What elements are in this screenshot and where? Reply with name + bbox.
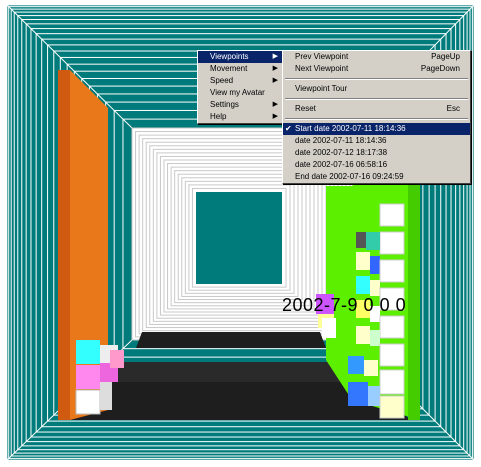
menu-item-view-my-avatar[interactable]: View my Avatar bbox=[198, 87, 282, 99]
menu-item-settings[interactable]: Settings ▶ bbox=[198, 99, 282, 111]
submenu-arrow-icon: ▶ bbox=[272, 53, 278, 60]
menu-item-shortcut: PageDown bbox=[420, 64, 460, 73]
far-floor bbox=[136, 332, 326, 348]
menu-item-label: date 2002-07-11 18:14:36 bbox=[295, 136, 387, 145]
submenu-arrow-icon: ▶ bbox=[272, 101, 278, 108]
checkmark-icon: ✔ bbox=[285, 124, 292, 133]
submenu-arrow-icon: ▶ bbox=[272, 65, 278, 72]
menu-item-label: Settings bbox=[210, 100, 239, 109]
block bbox=[370, 256, 380, 274]
block bbox=[370, 330, 380, 346]
block bbox=[370, 280, 380, 296]
menu-item-movement[interactable]: Movement ▶ bbox=[198, 63, 282, 75]
block bbox=[348, 356, 364, 374]
menu-item-viewpoints[interactable]: Viewpoints ▶ bbox=[198, 51, 282, 63]
block bbox=[110, 350, 124, 368]
menu-item-help[interactable]: Help ▶ bbox=[198, 111, 282, 123]
block bbox=[368, 386, 380, 406]
menu-item-label: date 2002-07-16 06:58:16 bbox=[295, 160, 388, 169]
menu-item-shortcut: PageUp bbox=[431, 52, 460, 61]
block bbox=[100, 380, 112, 410]
block bbox=[75, 389, 101, 415]
menu-item-label: Viewpoint Tour bbox=[295, 84, 348, 93]
far-wall bbox=[196, 192, 282, 284]
block bbox=[356, 326, 370, 344]
menu-item-date-2[interactable]: date 2002-07-12 18:17:38 bbox=[283, 147, 470, 159]
menu-item-label: Speed bbox=[210, 76, 234, 85]
block bbox=[76, 365, 100, 389]
context-menu: Viewpoints ▶ Movement ▶ Speed ▶ View my Ava… bbox=[197, 50, 283, 124]
block bbox=[379, 315, 405, 339]
menu-item-shortcut: Esc bbox=[446, 104, 460, 113]
menu-item-label: Prev Viewpoint bbox=[295, 52, 349, 61]
block bbox=[379, 203, 405, 227]
block bbox=[379, 231, 405, 255]
block bbox=[76, 340, 100, 364]
menu-item-label: Reset bbox=[295, 104, 316, 113]
menu-item-label: Movement bbox=[210, 64, 248, 73]
menu-item-label: Help bbox=[210, 112, 227, 121]
menu-item-label: View my Avatar bbox=[210, 88, 265, 97]
block bbox=[364, 360, 378, 376]
menu-item-date-3[interactable]: date 2002-07-16 06:58:16 bbox=[283, 159, 470, 171]
block bbox=[379, 395, 405, 419]
submenu-arrow-icon: ▶ bbox=[272, 77, 278, 84]
menu-item-label: End date 2002-07-16 09:24:59 bbox=[295, 172, 404, 181]
block bbox=[322, 318, 336, 338]
block bbox=[379, 343, 405, 367]
submenu-arrow-icon: ▶ bbox=[272, 113, 278, 120]
menu-separator bbox=[285, 78, 468, 80]
viewpoints-submenu: Prev Viewpoint PageUp Next Viewpoint PageD… bbox=[282, 50, 471, 184]
menu-separator bbox=[285, 98, 468, 100]
block bbox=[366, 232, 380, 250]
menu-item-start-date[interactable]: ✔ Start date 2002-07-11 18:14:36 bbox=[283, 123, 470, 135]
block bbox=[356, 252, 370, 270]
menu-item-end-date[interactable]: End date 2002-07-16 09:24:59 bbox=[283, 171, 470, 183]
menu-item-prev-viewpoint[interactable]: Prev Viewpoint PageUp bbox=[283, 51, 470, 63]
date-overlay-label: 2002-7-9 0 0 0 bbox=[282, 295, 407, 315]
menu-item-label: Viewpoints bbox=[210, 52, 249, 61]
menu-item-date-1[interactable]: date 2002-07-11 18:14:36 bbox=[283, 135, 470, 147]
menu-item-viewpoint-tour[interactable]: Viewpoint Tour bbox=[283, 83, 470, 95]
block bbox=[348, 382, 368, 406]
menu-item-next-viewpoint[interactable]: Next Viewpoint PageDown bbox=[283, 63, 470, 75]
menu-item-label: Next Viewpoint bbox=[295, 64, 349, 73]
block bbox=[379, 259, 405, 283]
menu-item-reset[interactable]: Reset Esc bbox=[283, 103, 470, 115]
block bbox=[379, 369, 405, 395]
left-orange-edge bbox=[58, 70, 70, 420]
menu-item-label: Start date 2002-07-11 18:14:36 bbox=[295, 124, 406, 133]
menu-item-speed[interactable]: Speed ▶ bbox=[198, 75, 282, 87]
block bbox=[356, 276, 370, 294]
menu-item-label: date 2002-07-12 18:17:38 bbox=[295, 148, 388, 157]
menu-separator bbox=[285, 118, 468, 120]
